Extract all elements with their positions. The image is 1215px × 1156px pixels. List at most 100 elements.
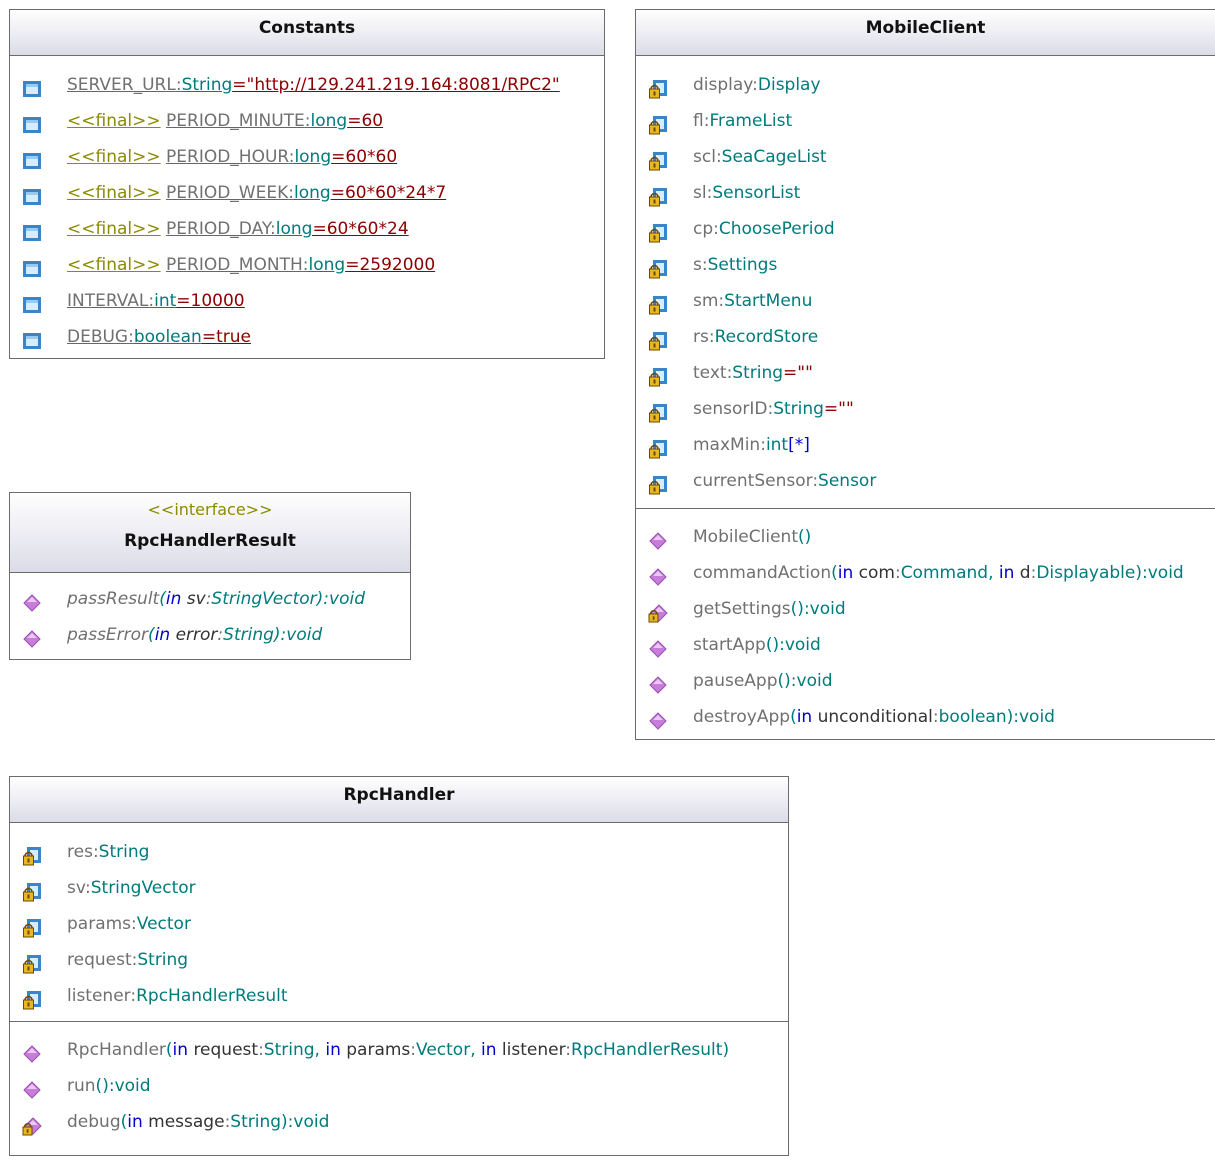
- operation-row[interactable]: passError(in error:String):void: [10, 617, 410, 653]
- attribute-text: <<final>> PERIOD_WEEK:long=60*60*24*7: [67, 175, 446, 211]
- return-type: void: [114, 1076, 151, 1096]
- operation-name: MobileClient: [693, 527, 798, 547]
- attribute-row[interactable]: fl:FrameList: [636, 103, 1215, 139]
- attribute-row[interactable]: <<final>> PERIOD_MINUTE:long=60: [10, 103, 604, 139]
- attribute-text: <<final>> PERIOD_DAY:long=60*60*24: [67, 211, 409, 247]
- param-direction: in: [154, 625, 171, 645]
- operation-row[interactable]: RpcHandler(in request:String, in params:…: [10, 1032, 788, 1068]
- attribute-type: String: [181, 75, 233, 95]
- attribute-type: long: [275, 219, 313, 239]
- operation-row[interactable]: getSettings():void: [636, 591, 1215, 627]
- operation-name: commandAction: [693, 563, 832, 583]
- attribute-default-value: true: [216, 327, 251, 347]
- attribute-name: INTERVAL: [67, 291, 149, 311]
- param-comma: ,: [314, 1040, 326, 1060]
- operation-text: passError(in error:String):void: [67, 617, 322, 653]
- attribute-default-value: 60*60*24*7: [344, 183, 447, 203]
- paren-open: (: [148, 625, 155, 645]
- attribute-name: listener: [67, 986, 131, 1006]
- operation-row[interactable]: commandAction(in com:Command, in d:Displ…: [636, 555, 1215, 591]
- attribute-row[interactable]: SERVER_URL:String="http://129.241.219.16…: [10, 67, 604, 103]
- attribute-row[interactable]: rs:RecordStore: [636, 319, 1215, 355]
- attribute-equals: =: [232, 75, 247, 95]
- attribute-row[interactable]: sm:StartMenu: [636, 283, 1215, 319]
- attribute-row[interactable]: params:Vector: [10, 906, 788, 942]
- attribute-row[interactable]: maxMin:int[*]: [636, 427, 1215, 463]
- public-operation-icon: [22, 626, 42, 648]
- attribute-name: display: [693, 75, 753, 95]
- param-comma: ,: [988, 563, 999, 583]
- param-type: Displayable: [1036, 563, 1136, 583]
- operation-row[interactable]: MobileClient(): [636, 519, 1215, 555]
- attribute-row[interactable]: cp:ChoosePeriod: [636, 211, 1215, 247]
- attribute-type: String: [137, 950, 189, 970]
- attribute-row[interactable]: listener:RpcHandlerResult: [10, 978, 788, 1014]
- param-name: d: [1019, 563, 1031, 583]
- attribute-row[interactable]: res:String: [10, 834, 788, 870]
- operation-name: pauseApp: [693, 671, 778, 691]
- attribute-default-value: "": [838, 399, 854, 419]
- operation-row[interactable]: passResult(in sv:StringVector):void: [10, 581, 410, 617]
- operation-row[interactable]: startApp():void: [636, 627, 1215, 663]
- attribute-row[interactable]: DEBUG:boolean=true: [10, 319, 604, 355]
- class-constants[interactable]: Constants SERVER_URL:String="http://129.…: [9, 9, 605, 359]
- attribute-text: <<final>> PERIOD_MONTH:long=2592000: [67, 247, 435, 283]
- attribute-row[interactable]: text:String="": [636, 355, 1215, 391]
- attribute-text: currentSensor:Sensor: [693, 463, 876, 499]
- attribute-equals: =: [312, 219, 327, 239]
- attribute-row[interactable]: sensorID:String="": [636, 391, 1215, 427]
- operations-section: RpcHandler(in request:String, in params:…: [10, 1021, 788, 1140]
- attribute-row[interactable]: sl:SensorList: [636, 175, 1215, 211]
- attribute-type: Sensor: [818, 471, 877, 491]
- interface-stereotype: <<interface>>: [147, 500, 273, 519]
- private-field-icon: [648, 292, 668, 315]
- attribute-row[interactable]: <<final>> PERIOD_HOUR:long=60*60: [10, 139, 604, 175]
- attribute-row[interactable]: display:Display: [636, 67, 1215, 103]
- operation-text: pauseApp():void: [693, 663, 833, 699]
- operation-name: debug: [67, 1112, 121, 1132]
- class-header: MobileClient: [636, 10, 1215, 56]
- operation-row[interactable]: pauseApp():void: [636, 663, 1215, 699]
- attribute-text: <<final>> PERIOD_HOUR:long=60*60: [67, 139, 397, 175]
- private-field-icon: [648, 148, 668, 171]
- attribute-type: StartMenu: [724, 291, 813, 311]
- public-operation-icon: [22, 590, 42, 612]
- attribute-default-value: [*]: [788, 435, 810, 455]
- param-name: sv: [186, 589, 206, 609]
- operation-row[interactable]: debug(in message:String):void: [10, 1104, 788, 1140]
- attribute-row[interactable]: request:String: [10, 942, 788, 978]
- return-type: void: [784, 635, 821, 655]
- attribute-row[interactable]: currentSensor:Sensor: [636, 463, 1215, 499]
- operation-name: passResult: [67, 589, 160, 609]
- operation-row[interactable]: run():void: [10, 1068, 788, 1104]
- attribute-text: SERVER_URL:String="http://129.241.219.16…: [67, 67, 560, 103]
- public-operation-icon: [22, 1041, 42, 1063]
- private-field-icon: [22, 879, 42, 902]
- operation-row[interactable]: destroyApp(in unconditional:boolean):voi…: [636, 699, 1215, 735]
- paren-close: ): [804, 527, 812, 547]
- attribute-row[interactable]: scl:SeaCageList: [636, 139, 1215, 175]
- public-static-field-icon: [22, 148, 42, 169]
- operation-name: getSettings: [693, 599, 791, 619]
- attribute-row[interactable]: sv:StringVector: [10, 870, 788, 906]
- attribute-row[interactable]: <<final>> PERIOD_WEEK:long=60*60*24*7: [10, 175, 604, 211]
- attribute-type: Vector: [136, 914, 191, 934]
- attribute-row[interactable]: s:Settings: [636, 247, 1215, 283]
- operation-text: run():void: [67, 1068, 151, 1104]
- param-type: String: [223, 625, 274, 645]
- class-rpc-handler[interactable]: RpcHandler res:String sv:StringVector para…: [9, 776, 789, 1156]
- attribute-row[interactable]: INTERVAL:int=10000: [10, 283, 604, 319]
- attribute-row[interactable]: <<final>> PERIOD_DAY:long=60*60*24: [10, 211, 604, 247]
- interface-rpc-handler-result[interactable]: <<interface>> RpcHandlerResult passResul…: [9, 492, 411, 660]
- attribute-text: s:Settings: [693, 247, 777, 283]
- public-static-field-icon: [22, 256, 42, 277]
- attribute-default-value: 60: [361, 111, 384, 131]
- param-name: request: [193, 1040, 259, 1060]
- attribute-text: params:Vector: [67, 906, 191, 942]
- public-static-field-icon: [22, 112, 42, 133]
- class-mobile-client[interactable]: MobileClient display:Display fl:FrameList…: [635, 9, 1215, 740]
- attribute-text: maxMin:int[*]: [693, 427, 810, 463]
- attribute-name: request: [67, 950, 132, 970]
- attribute-row[interactable]: <<final>> PERIOD_MONTH:long=2592000: [10, 247, 604, 283]
- param-comma: ,: [470, 1040, 482, 1060]
